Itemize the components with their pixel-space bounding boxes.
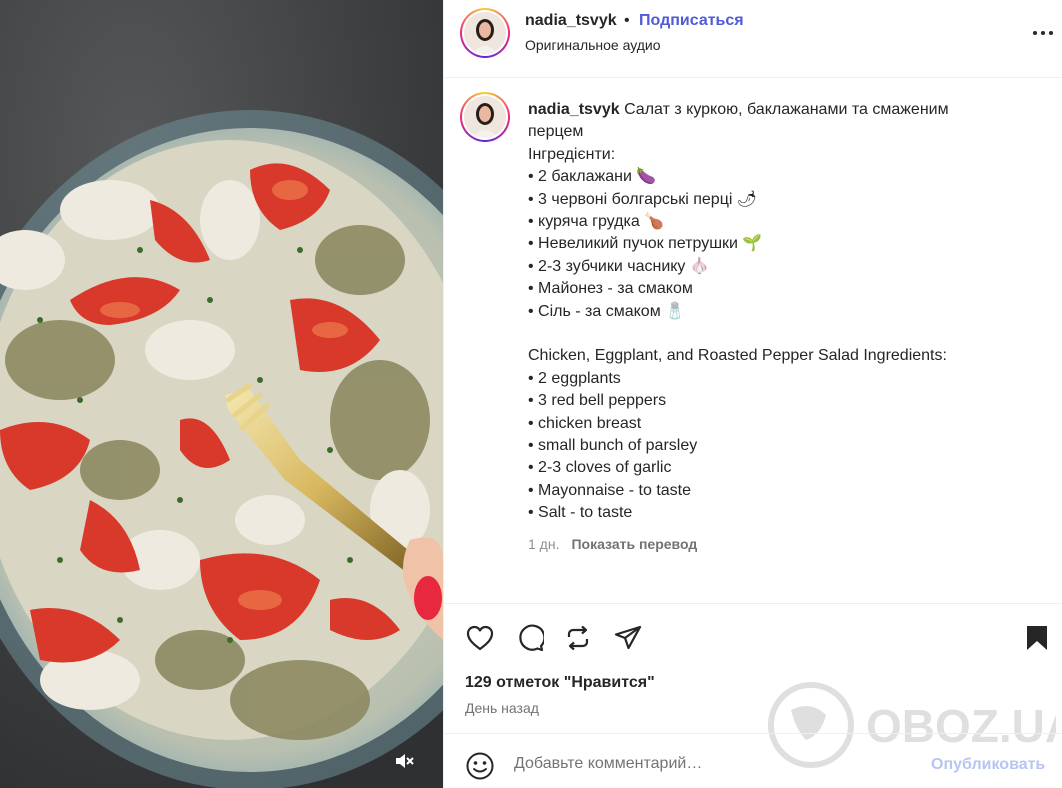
caption-line: • 2 eggplants [528,369,621,387]
bookmark-icon [1027,626,1047,650]
profile-photo [464,96,506,138]
caption-line: перцем [528,123,584,141]
comment-input[interactable] [514,746,914,782]
emoji-button[interactable] [465,751,495,781]
more-options-button[interactable] [1029,22,1057,42]
author-username[interactable]: nadia_tsvyk [525,12,617,30]
heart-icon [466,625,494,651]
caption-line: • 2-3 cloves of garlic [528,459,672,477]
save-button[interactable] [1021,622,1053,654]
caption-line: • 2-3 зубчики часнику 🧄 [528,257,710,275]
repost-button[interactable] [562,622,594,654]
caption-line: • куряча грудка 🍗 [528,213,665,231]
caption-line: • small bunch of parsley [528,437,698,455]
like-button[interactable] [464,622,496,654]
author-avatar[interactable] [460,8,510,58]
send-icon [614,625,642,650]
comment-button[interactable] [514,622,546,654]
post-comment-button[interactable]: Опубликовать [931,756,1045,774]
audio-link[interactable]: Оригинальное аудио [525,37,661,53]
likes-count[interactable]: 129 отметок "Нравится" [465,674,655,692]
caption-line: • Mayonnaise - to taste [528,481,692,499]
caption-line: • Сіль - за смаком 🧂 [528,302,686,320]
caption-line: • Salt - to taste [528,504,633,522]
muted-speaker-icon [396,754,414,768]
caption-username[interactable]: nadia_tsvyk [528,101,620,118]
profile-photo [464,12,506,54]
post-header: nadia_tsvyk • Подписаться Оригинальное а… [444,0,1062,78]
comment-bar: Опубликовать [444,733,1062,788]
repost-icon [567,625,589,651]
post-media[interactable] [0,0,443,788]
caption-line: Інгредієнти: [528,145,616,163]
caption-line: Салат з куркою, баклажанами та смаженим [624,101,949,118]
caption-meta: 1 дн. Показать перевод [528,536,697,552]
caption-avatar[interactable] [460,92,510,142]
translate-link[interactable]: Показать перевод [571,536,697,552]
post-sidebar: nadia_tsvyk • Подписаться Оригинальное а… [443,0,1062,788]
caption-text: nadia_tsvyk Салат з куркою, баклажанами … [528,99,1008,525]
action-bar: 129 отметок "Нравится" День назад [444,603,1062,733]
caption-line: • 2 баклажани 🍆 [528,168,657,186]
caption-line: • 3 червоні болгарські перці 🌶 [528,190,758,208]
post-time: 1 дн. [528,536,560,552]
salad-photo [0,0,443,788]
post-date: День назад [465,700,539,716]
caption-line: • chicken breast [528,414,642,432]
smiley-icon [466,752,494,780]
comment-icon [519,624,544,652]
caption-line: • Майонез - за смаком [528,280,693,298]
separator-dot: • [624,12,630,29]
share-button[interactable] [612,622,644,654]
caption-first-line: nadia_tsvyk Салат з куркою, баклажанами … [528,99,1008,121]
mute-button[interactable] [394,752,424,780]
caption-section: nadia_tsvyk Салат з куркою, баклажанами … [444,78,1062,603]
follow-button[interactable]: Подписаться [639,12,744,30]
caption-line: • Невеликий пучок петрушки 🌱 [528,235,763,253]
caption-line: Chicken, Eggplant, and Roasted Pepper Sa… [528,347,947,365]
caption-line: • 3 red bell peppers [528,392,667,410]
